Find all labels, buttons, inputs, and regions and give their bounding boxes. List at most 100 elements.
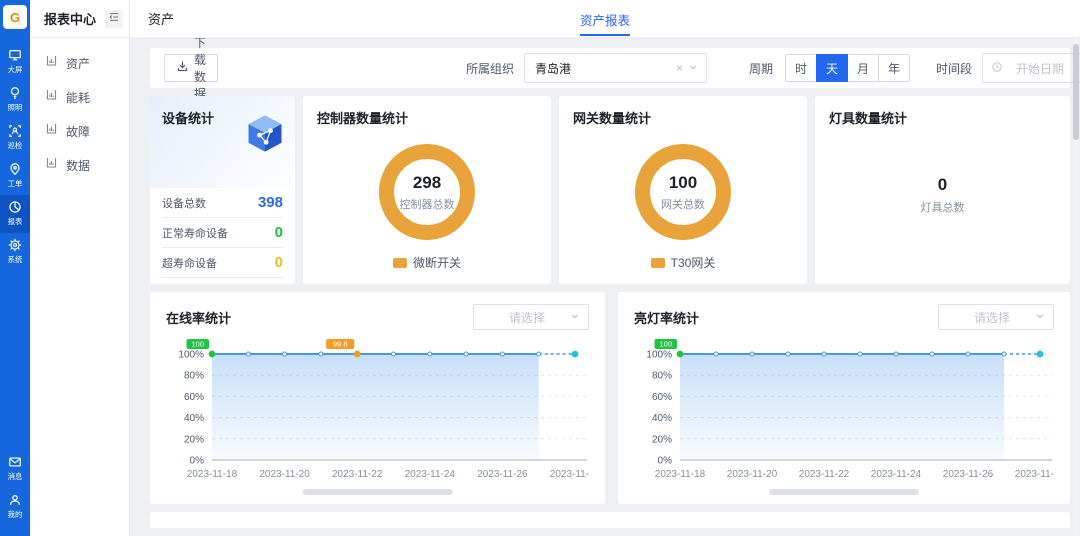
period-option-year[interactable]: 年 — [878, 54, 910, 82]
stat-row-normal-life: 正常寿命设备 0 — [162, 218, 283, 248]
card-title: 网关数量统计 — [573, 108, 651, 127]
topbar: 资产 资产报表 — [130, 0, 1080, 38]
chart-header: 亮灯率统计 请选择 — [634, 304, 1054, 330]
bar-chart-icon — [45, 54, 58, 72]
scrollbar-thumb[interactable] — [1073, 44, 1079, 140]
svg-text:2023-11-28: 2023-11-28 — [1015, 469, 1054, 480]
controller-count-card: 控制器数量统计 298 控制器总数 微断开关 — [303, 96, 551, 284]
org-select-value: 青岛港 — [535, 60, 676, 77]
lighting-rate-select[interactable]: 请选择 — [938, 304, 1054, 330]
svg-text:2023-11-20: 2023-11-20 — [727, 469, 778, 480]
chart-datazoom-slider[interactable] — [303, 489, 453, 495]
rail-item-reports[interactable]: 报表 — [0, 195, 30, 233]
svg-text:60%: 60% — [652, 392, 672, 403]
device-stats-card: 设备统计 设备总数 — [150, 96, 295, 284]
logo-letter: G — [10, 10, 20, 25]
stat-row-total-devices: 设备总数 398 — [162, 188, 283, 218]
legend-swatch — [393, 258, 407, 268]
svg-text:20%: 20% — [652, 434, 672, 445]
stat-label: 设备总数 — [162, 195, 206, 211]
download-data-button[interactable]: 下载数据 — [164, 54, 218, 82]
sidebar-item-label: 数据 — [66, 157, 90, 174]
svg-text:2023-11-18: 2023-11-18 — [655, 469, 706, 480]
svg-text:2023-11-26: 2023-11-26 — [477, 469, 528, 480]
rail-item-label: 系统 — [8, 254, 23, 264]
sidebar-item-energy[interactable]: 能耗 — [30, 80, 129, 114]
stat-row-over-life: 超寿命设备 0 — [162, 248, 283, 278]
filter-toolbar: 下载数据 所属组织 青岛港 × 周期 时 天 月 — [150, 48, 1070, 88]
bar-chart-icon — [45, 122, 58, 140]
period-label: 周期 — [749, 60, 773, 77]
rail-item-label: 报表 — [8, 216, 23, 226]
line-chart-svg: 0%20%40%60%80%100%1002023-11-182023-11-2… — [634, 334, 1054, 500]
period-filter-group: 周期 时 天 月 年 — [749, 54, 910, 82]
chart-legend: T30网关 — [651, 254, 716, 271]
select-placeholder: 请选择 — [484, 309, 570, 326]
svg-text:80%: 80% — [652, 371, 672, 382]
menu-fold-icon — [108, 10, 120, 28]
rail-item-dashboard[interactable]: 大屏 — [0, 43, 30, 81]
report-sidebar-header: 报表中心 — [30, 0, 129, 38]
rail-item-label: 大屏 — [8, 64, 23, 74]
main-area: 资产 资产报表 下载数据 所属组织 青岛港 × — [130, 0, 1080, 536]
svg-text:100%: 100% — [646, 350, 672, 361]
page-title: 资产 — [148, 9, 174, 28]
svg-text:60%: 60% — [184, 392, 204, 403]
sidebar-item-assets[interactable]: 资产 — [30, 46, 129, 80]
line-chart-svg: 0%20%40%60%80%100%10099.82023-11-182023-… — [166, 334, 589, 500]
rail-item-profile[interactable]: 我的 — [0, 488, 30, 526]
stat-value: 398 — [258, 194, 283, 211]
sidebar-item-data[interactable]: 数据 — [30, 148, 129, 182]
app-window: G 大屏 照明 巡检 工单 报表 系统 消息 — [0, 0, 1080, 536]
start-date-placeholder: 开始日期 — [1003, 60, 1077, 77]
org-select[interactable]: 青岛港 × — [524, 53, 707, 83]
device-stats-rows: 设备总数 398 正常寿命设备 0 超寿命设备 0 — [150, 188, 295, 278]
svg-text:2023-11-28: 2023-11-28 — [550, 469, 589, 480]
chart-datazoom-slider[interactable] — [769, 489, 919, 495]
svg-text:2023-11-22: 2023-11-22 — [799, 469, 850, 480]
bar-chart-icon — [45, 88, 58, 106]
chart-header: 在线率统计 请选择 — [166, 304, 589, 330]
period-segmented-control: 时 天 月 年 — [785, 54, 910, 82]
gear-icon — [8, 238, 22, 252]
cube-icon — [243, 112, 287, 161]
stat-total-label: 灯具总数 — [921, 199, 965, 215]
donut-total-label: 网关总数 — [661, 196, 705, 212]
period-option-day[interactable]: 天 — [816, 54, 848, 82]
rail-item-system[interactable]: 系统 — [0, 233, 30, 271]
sidebar-fold-button[interactable] — [105, 10, 123, 28]
card-title: 控制器数量统计 — [317, 108, 408, 127]
online-rate-select[interactable]: 请选择 — [473, 304, 589, 330]
tab-asset-report[interactable]: 资产报表 — [580, 0, 630, 38]
person-icon — [8, 493, 22, 507]
svg-text:40%: 40% — [652, 413, 672, 424]
bar-chart-icon — [45, 156, 58, 174]
select-placeholder: 请选择 — [949, 309, 1035, 326]
period-option-hour[interactable]: 时 — [785, 54, 817, 82]
rail-item-label: 消息 — [8, 471, 23, 481]
rail-item-workorder[interactable]: 工单 — [0, 157, 30, 195]
svg-text:20%: 20% — [184, 434, 204, 445]
rail-item-inspection[interactable]: 巡检 — [0, 119, 30, 157]
rail-item-messages[interactable]: 消息 — [0, 450, 30, 488]
online-rate-card: 在线率统计 请选择 0%20%40%60%80%100%10099.82023-… — [150, 292, 605, 504]
download-icon — [176, 60, 189, 76]
clear-icon[interactable]: × — [676, 61, 683, 75]
legend-label: T30网关 — [671, 254, 716, 271]
date-range-picker[interactable]: 开始日期 - 结束日期 — [982, 53, 1080, 83]
svg-text:2023-11-22: 2023-11-22 — [332, 469, 383, 480]
svg-text:40%: 40% — [184, 413, 204, 424]
download-label: 下载数据 — [194, 38, 206, 102]
period-option-month[interactable]: 月 — [847, 54, 879, 82]
donut-total-label: 控制器总数 — [400, 196, 455, 212]
sidebar-item-faults[interactable]: 故障 — [30, 114, 129, 148]
svg-text:80%: 80% — [184, 371, 204, 382]
rail-item-label: 我的 — [8, 509, 23, 519]
online-rate-chart[interactable]: 0%20%40%60%80%100%10099.82023-11-182023-… — [166, 334, 589, 505]
svg-text:100: 100 — [659, 340, 672, 349]
lighting-rate-chart[interactable]: 0%20%40%60%80%100%1002023-11-182023-11-2… — [634, 334, 1054, 505]
timerange-label: 时间段 — [936, 60, 972, 77]
rail-item-label: 巡检 — [8, 140, 23, 150]
legend-label: 微断开关 — [413, 254, 461, 271]
rail-item-lighting[interactable]: 照明 — [0, 81, 30, 119]
